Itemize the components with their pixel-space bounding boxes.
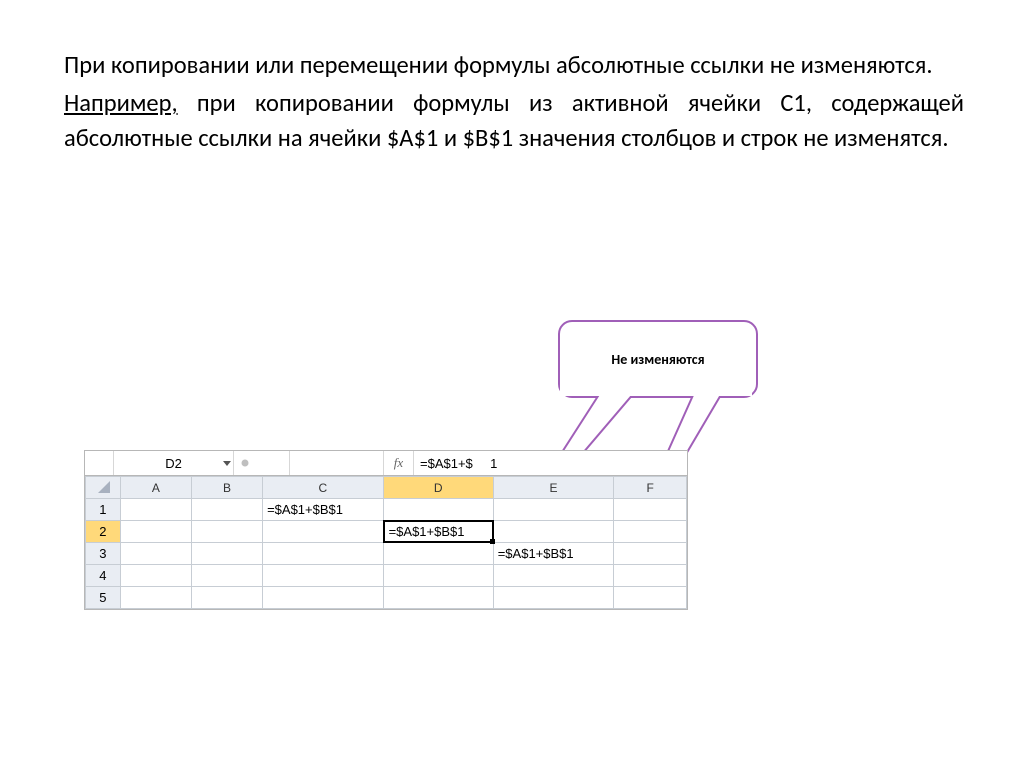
table-row: 3 =$A$1+$B$1 — [86, 543, 687, 565]
paragraph-2-rest: при копировании формулы из активной ячей… — [64, 88, 964, 152]
table-row: 4 — [86, 565, 687, 587]
select-all-corner[interactable] — [86, 477, 121, 499]
fx-label[interactable]: fx — [383, 451, 413, 475]
row-header-4[interactable]: 4 — [86, 565, 121, 587]
spreadsheet: D2 fx =$A$1+$XX1 A B C D E F — [84, 450, 688, 610]
cell-F4[interactable] — [614, 565, 687, 587]
cell-F1[interactable] — [614, 499, 687, 521]
row-header-5[interactable]: 5 — [86, 587, 121, 609]
cell-F3[interactable] — [614, 543, 687, 565]
triangle-icon — [96, 479, 110, 493]
col-header-F[interactable]: F — [614, 477, 687, 499]
row-header-1[interactable]: 1 — [86, 499, 121, 521]
cell-C2[interactable] — [263, 521, 384, 543]
cell-C3[interactable] — [263, 543, 384, 565]
cell-F5[interactable] — [614, 587, 687, 609]
name-box[interactable]: D2 — [113, 451, 233, 475]
cell-E1[interactable] — [493, 499, 614, 521]
cell-B3[interactable] — [191, 543, 262, 565]
cell-A4[interactable] — [120, 565, 191, 587]
cell-B5[interactable] — [191, 587, 262, 609]
chevron-down-icon[interactable] — [223, 461, 231, 466]
cell-A3[interactable] — [120, 543, 191, 565]
col-header-E[interactable]: E — [493, 477, 614, 499]
col-header-D[interactable]: D — [383, 477, 493, 499]
underlined-word: Например, — [64, 88, 178, 118]
fill-handle[interactable] — [490, 539, 495, 544]
col-header-A[interactable]: A — [120, 477, 191, 499]
cell-F2[interactable] — [614, 521, 687, 543]
formula-bar-input[interactable]: =$A$1+$XX1 — [413, 451, 689, 475]
column-header-row: A B C D E F — [86, 477, 687, 499]
formula-bar-spacer — [233, 451, 289, 475]
spreadsheet-grid[interactable]: A B C D E F 1 =$A$1+$B$1 2 — [85, 476, 687, 609]
cell-B4[interactable] — [191, 565, 262, 587]
table-row: 2 =$A$1+$B$1 — [86, 521, 687, 543]
table-row: 1 =$A$1+$B$1 — [86, 499, 687, 521]
cell-E5[interactable] — [493, 587, 614, 609]
row-header-2[interactable]: 2 — [86, 521, 121, 543]
col-header-C[interactable]: C — [263, 477, 384, 499]
dot-icon — [240, 458, 250, 468]
callout-label: Не изменяются — [611, 351, 704, 368]
cell-A5[interactable] — [120, 587, 191, 609]
cell-C1[interactable]: =$A$1+$B$1 — [263, 499, 384, 521]
cell-D4[interactable] — [383, 565, 493, 587]
formula-bar-row: D2 fx =$A$1+$XX1 — [84, 450, 688, 476]
paragraph-2: Например, при копировании формулы из акт… — [64, 86, 964, 155]
cell-B2[interactable] — [191, 521, 262, 543]
cell-E3[interactable]: =$A$1+$B$1 — [493, 543, 614, 565]
col-header-B[interactable]: B — [191, 477, 262, 499]
cell-A1[interactable] — [120, 499, 191, 521]
cell-B1[interactable] — [191, 499, 262, 521]
cell-D1[interactable] — [383, 499, 493, 521]
table-row: 5 — [86, 587, 687, 609]
cell-E2[interactable] — [493, 521, 614, 543]
cell-D5[interactable] — [383, 587, 493, 609]
row-header-3[interactable]: 3 — [86, 543, 121, 565]
cell-C4[interactable] — [263, 565, 384, 587]
callout-box: Не изменяются — [558, 320, 758, 398]
paragraph-1: При копировании или перемещении формулы … — [64, 48, 964, 82]
cell-E4[interactable] — [493, 565, 614, 587]
cell-A2[interactable] — [120, 521, 191, 543]
cell-D2-active[interactable]: =$A$1+$B$1 — [383, 521, 493, 543]
cell-D3[interactable] — [383, 543, 493, 565]
cell-C5[interactable] — [263, 587, 384, 609]
